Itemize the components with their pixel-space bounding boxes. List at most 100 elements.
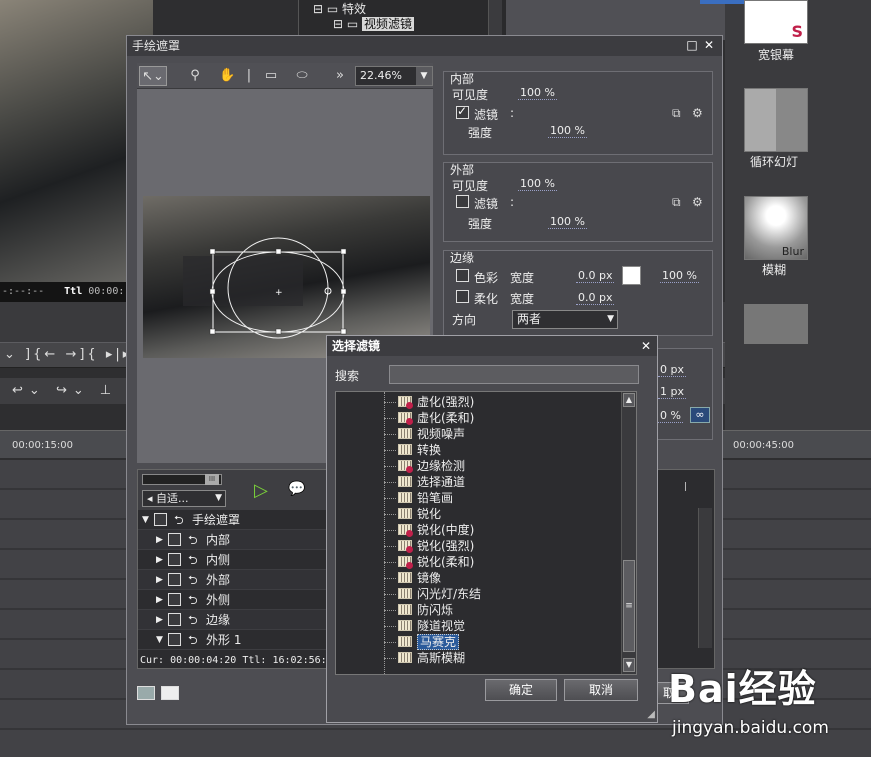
expand-right-icon[interactable]: ▶ — [156, 610, 163, 630]
rectangle-tool-icon[interactable]: ▭ — [261, 66, 281, 86]
filter-item[interactable]: 锐化(中度) — [384, 522, 474, 538]
partial-value[interactable]: 0 px — [658, 363, 686, 377]
tree-scrollbar[interactable] — [488, 0, 502, 40]
play-icon[interactable]: ▷ — [254, 480, 268, 501]
thumb-curve[interactable] — [744, 304, 808, 344]
thumb-loop-slide[interactable] — [744, 88, 808, 152]
filter-item[interactable]: 闪光灯/东结 — [384, 586, 481, 602]
filter-item[interactable]: 转换 — [384, 442, 441, 458]
expand-right-icon[interactable]: ▶ — [156, 590, 163, 610]
inner-strength-value[interactable]: 100 % — [548, 124, 587, 138]
close-icon[interactable]: ✕ — [702, 38, 716, 52]
filter-select-icon[interactable]: ⧉ — [672, 106, 681, 121]
filter-settings-icon[interactable]: ⚙ — [692, 106, 703, 120]
zoom-select[interactable]: 22.46% ▼ — [355, 66, 433, 86]
select-tool-icon[interactable]: ↖⌄ — [139, 66, 167, 86]
filter-item[interactable]: 马赛克 — [384, 634, 460, 650]
collapse-icon[interactable]: ⊟ — [313, 2, 327, 16]
layer-checkbox[interactable] — [168, 633, 181, 646]
edge-soft-width-value[interactable]: 0.0 px — [576, 291, 615, 305]
link-icon[interactable]: ∞ — [690, 407, 710, 423]
expand-right-icon[interactable]: ▶ — [156, 550, 163, 570]
edge-color-width-value[interactable]: 0.0 px — [576, 269, 615, 283]
filter-select-icon[interactable]: ⧉ — [672, 195, 681, 210]
scroll-up-icon[interactable]: ▲ — [623, 393, 635, 407]
mask-shape[interactable]: + — [143, 196, 430, 358]
inner-filter-checkbox[interactable] — [456, 104, 469, 119]
scroll-down-icon[interactable]: ▼ — [623, 658, 635, 672]
layer-checkbox[interactable] — [168, 593, 181, 606]
layer-mode-select[interactable]: ◂ 自适... ▼ — [142, 490, 226, 507]
layer-row[interactable]: ▶ ⮌ 内部 — [138, 530, 326, 550]
thumb-blur[interactable]: Blur — [744, 196, 808, 260]
inner-visibility-value[interactable]: 100 % — [518, 86, 557, 100]
filter-list-scrollbar[interactable]: ▲ ≡ ▼ — [621, 392, 636, 674]
edge-color-checkbox[interactable] — [456, 269, 469, 282]
filter-item[interactable]: 虚化(柔和) — [384, 410, 474, 426]
maximize-icon[interactable]: □ — [685, 38, 699, 52]
filter-item[interactable]: 铅笔画 — [384, 490, 453, 506]
cancel-button[interactable]: 取消 — [564, 679, 638, 701]
outer-filter-checkbox[interactable] — [456, 195, 469, 208]
edge-soft-checkbox[interactable] — [456, 290, 469, 303]
filter-item[interactable]: 选择通道 — [384, 474, 465, 490]
resize-grip-icon[interactable]: ◢ — [647, 709, 655, 720]
ellipse-tool-icon[interactable]: ⬭ — [291, 66, 313, 86]
layer-row[interactable]: ▶ ⮌ 边缘 — [138, 610, 326, 630]
edge-color-swatch[interactable] — [622, 266, 641, 285]
layer-slider[interactable]: III — [142, 474, 222, 485]
keyframe-scrollbar[interactable] — [698, 508, 712, 648]
ok-button[interactable]: 确定 — [485, 679, 557, 701]
edge-color-percent[interactable]: 100 % — [660, 269, 699, 283]
expand-right-icon[interactable]: ▶ — [156, 570, 163, 590]
filter-list[interactable]: 虚化(强烈) 虚化(柔和) 视频噪声 转换 边缘检测 选择通道 铅笔画 锐化 锐化(中度) 锐化(… — [335, 391, 637, 675]
search-input[interactable] — [389, 365, 639, 384]
mark-out-icon[interactable]: →]{ — [65, 347, 98, 362]
layer-checkbox[interactable] — [168, 553, 181, 566]
undo-icon[interactable]: ↩⌄ — [12, 383, 46, 398]
layer-row[interactable]: ▶ ⮌ 内侧 — [138, 550, 326, 570]
collapse-icon[interactable]: ⊟ — [333, 17, 347, 31]
layer-row[interactable]: ▼ ⮌ 手绘遮罩 — [138, 510, 326, 530]
zoom-tool-icon[interactable]: ⚲ — [187, 66, 203, 86]
filter-item[interactable]: 锐化 — [384, 506, 441, 522]
comment-icon[interactable]: 💬 — [288, 481, 305, 497]
redo-icon[interactable]: ↪⌄ — [56, 383, 90, 398]
razor-icon[interactable]: ⊥ — [100, 383, 117, 398]
mark-in-icon[interactable]: ]{← — [25, 347, 58, 362]
preview-image[interactable]: + — [143, 196, 430, 358]
tree-item-video-filters[interactable]: ⊟ ▭ 视频滤镜 — [333, 15, 415, 32]
filter-item[interactable]: 边缘检测 — [384, 458, 465, 474]
filter-item[interactable]: 视频噪声 — [384, 426, 465, 442]
close-icon[interactable]: ✕ — [639, 339, 653, 353]
expand-down-icon[interactable]: ▼ — [156, 630, 163, 650]
layer-checkbox[interactable] — [168, 533, 181, 546]
filter-item[interactable]: 防闪烁 — [384, 602, 453, 618]
expand-down-icon[interactable]: ▼ — [142, 510, 149, 530]
layer-checkbox[interactable] — [154, 513, 167, 526]
filter-item[interactable]: 虚化(强烈) — [384, 394, 474, 410]
layer-row[interactable]: ▼ ⮌ 外形 1 — [138, 630, 326, 650]
filter-item[interactable]: 锐化(强烈) — [384, 538, 474, 554]
filter-settings-icon[interactable]: ⚙ — [692, 195, 703, 209]
filter-item[interactable]: 高斯模糊 — [384, 650, 465, 666]
layer-row[interactable]: ▶ ⮌ 外部 — [138, 570, 326, 590]
layout-split-icon[interactable] — [137, 686, 155, 700]
filter-item[interactable]: 隧道视觉 — [384, 618, 465, 634]
partial-value[interactable]: 0 % — [658, 409, 683, 423]
thumb-widescreen[interactable]: S — [744, 0, 808, 44]
dropdown-icon[interactable]: ⌄ — [4, 347, 18, 362]
outer-strength-value[interactable]: 100 % — [548, 215, 587, 229]
more-tools-icon[interactable]: » — [333, 66, 347, 86]
scroll-thumb[interactable]: ≡ — [623, 560, 635, 652]
layout-single-icon[interactable] — [161, 686, 179, 700]
line-tool-icon[interactable]: | — [245, 66, 253, 86]
expand-right-icon[interactable]: ▶ — [156, 530, 163, 550]
outer-visibility-value[interactable]: 100 % — [518, 177, 557, 191]
layer-checkbox[interactable] — [168, 613, 181, 626]
layer-checkbox[interactable] — [168, 573, 181, 586]
direction-select[interactable]: 两者 ▼ — [512, 310, 618, 329]
filter-item[interactable]: 锐化(柔和) — [384, 554, 474, 570]
layer-row[interactable]: ▶ ⮌ 外侧 — [138, 590, 326, 610]
partial-value[interactable]: 1 px — [658, 385, 686, 399]
